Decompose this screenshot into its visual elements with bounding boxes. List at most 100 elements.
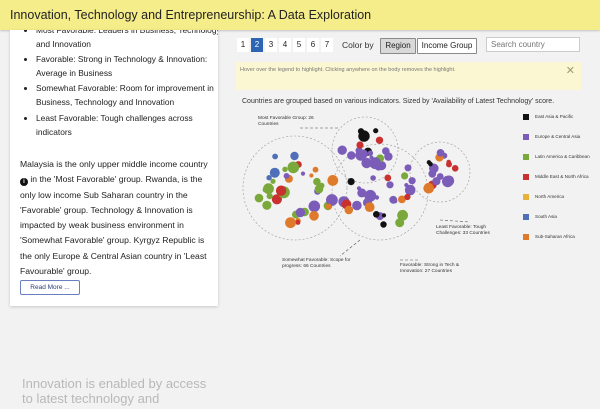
country-bubble[interactable] [384,152,393,161]
story-panel: Most Favorable: Leaders in Business, Tec… [10,30,218,306]
legend-swatch [523,154,529,160]
country-bubble[interactable] [295,207,306,218]
country-bubble[interactable] [428,169,437,178]
info-icon[interactable]: i [20,178,28,187]
country-bubble[interactable] [270,178,276,184]
country-bubble[interactable] [404,164,412,172]
country-bubble[interactable] [436,149,445,157]
page-button-6[interactable]: 6 [307,38,319,52]
country-bubble[interactable] [325,203,332,210]
country-bubble[interactable] [308,200,321,213]
page-button-5[interactable]: 5 [293,38,305,52]
country-bubble[interactable] [356,141,364,149]
story-paragraph: Malaysia is the only upper middle income… [20,157,216,279]
country-bubble[interactable] [408,177,416,185]
country-bubble[interactable] [381,213,387,218]
legend-item[interactable]: Latin America & Caribbean [523,154,600,162]
country-bubble[interactable] [344,205,354,215]
country-bubble[interactable] [380,221,387,228]
page-button-2[interactable]: 2 [251,38,263,52]
country-bubble[interactable] [373,128,379,134]
app-header: Innovation, Technology and Entrepreneurs… [0,0,600,30]
country-bubble[interactable] [262,200,272,210]
legend-swatch [523,134,529,140]
country-bubble[interactable] [451,165,459,172]
annotation-line [439,219,471,223]
country-bubbles [254,128,459,229]
country-bubble[interactable] [263,183,274,195]
country-bubble[interactable] [309,173,314,178]
country-bubble[interactable] [426,160,432,165]
country-bubble[interactable] [357,128,365,135]
country-bubble[interactable] [373,211,380,218]
country-bubble[interactable] [295,219,301,225]
country-bubble[interactable] [375,136,384,144]
country-bubble[interactable] [404,193,411,201]
annotation-most: Most Favorable Group: 26 Countries [258,116,314,127]
list-item: Least Favorable: Tough challenges across… [36,111,218,139]
list-item: Favorable: Strong in Technology & Innova… [36,52,218,80]
country-bubble[interactable] [314,184,324,194]
country-bubble[interactable] [290,151,299,161]
page-title: Innovation, Technology and Entrepreneurs… [10,8,372,22]
country-bubble[interactable] [395,218,405,228]
legend-item[interactable]: Sub-Saharan Africa [523,234,600,242]
chart-subtitle: Countries are grouped based on various i… [242,98,555,105]
country-bubble[interactable] [367,150,374,156]
annotation-favorable: Favorable: Strong in Tech & Innovation: … [400,263,460,274]
region-button[interactable]: Region [380,38,416,54]
page-button-1[interactable]: 1 [237,38,249,52]
read-more-button[interactable]: Read More ... [20,280,80,295]
country-bubble[interactable] [370,175,376,181]
country-bubble[interactable] [312,166,319,173]
country-bubble[interactable] [442,175,454,188]
country-bubble[interactable] [432,177,441,186]
country-bubble[interactable] [337,145,347,155]
country-bubble[interactable] [446,161,452,168]
legend-swatch [523,234,529,240]
country-bubble[interactable] [408,187,414,193]
income-group-button[interactable]: Income Group [417,38,477,54]
group-list: Most Favorable: Leaders in Business, Tec… [10,30,218,140]
country-bubble[interactable] [401,172,409,180]
country-bubble[interactable] [357,188,367,198]
page-button-4[interactable]: 4 [279,38,291,52]
country-bubble[interactable] [269,167,280,178]
page-button-7[interactable]: 7 [321,38,333,52]
list-item: Somewhat Favorable: Room for improvement… [36,81,218,109]
country-bubble[interactable] [266,193,273,200]
country-bubble[interactable] [327,175,339,186]
country-bubble[interactable] [287,161,300,174]
country-bubble[interactable] [386,181,394,189]
country-bubble[interactable] [313,177,321,186]
legend-item[interactable]: Europe & Central Asia [523,134,600,142]
next-section-text: Innovation is enabled by access to lates… [22,376,207,406]
country-bubble[interactable] [309,211,319,221]
country-bubble[interactable] [359,149,368,159]
country-bubble[interactable] [369,157,382,170]
legend-item[interactable]: North America [523,194,600,202]
search-country-input[interactable] [486,37,580,52]
country-bubble[interactable] [374,195,380,200]
page-button-3[interactable]: 3 [265,38,277,52]
country-bubble[interactable] [352,200,362,211]
country-bubble[interactable] [283,173,290,179]
country-bubble[interactable] [272,153,278,160]
country-bubble[interactable] [404,183,409,188]
country-bubble[interactable] [275,185,287,196]
country-bubble[interactable] [282,166,288,172]
country-bubble[interactable] [254,193,264,203]
country-bubble[interactable] [392,198,398,204]
legend-item[interactable]: Middle East & North Africa [523,174,600,182]
country-bubble[interactable] [285,217,296,229]
close-icon[interactable]: ✕ [566,64,575,77]
country-bubble[interactable] [384,174,392,182]
legend-item[interactable]: East Asia & Pacific [523,114,600,122]
country-bubble[interactable] [423,182,434,194]
country-bubble[interactable] [300,171,306,176]
annotation-least: Least Favorable: Tough Challenges: 33 Co… [436,225,490,236]
country-bubble[interactable] [347,151,356,160]
legend-item[interactable]: South Asia [523,214,600,222]
country-bubble[interactable] [364,202,375,212]
country-bubble[interactable] [347,178,355,186]
